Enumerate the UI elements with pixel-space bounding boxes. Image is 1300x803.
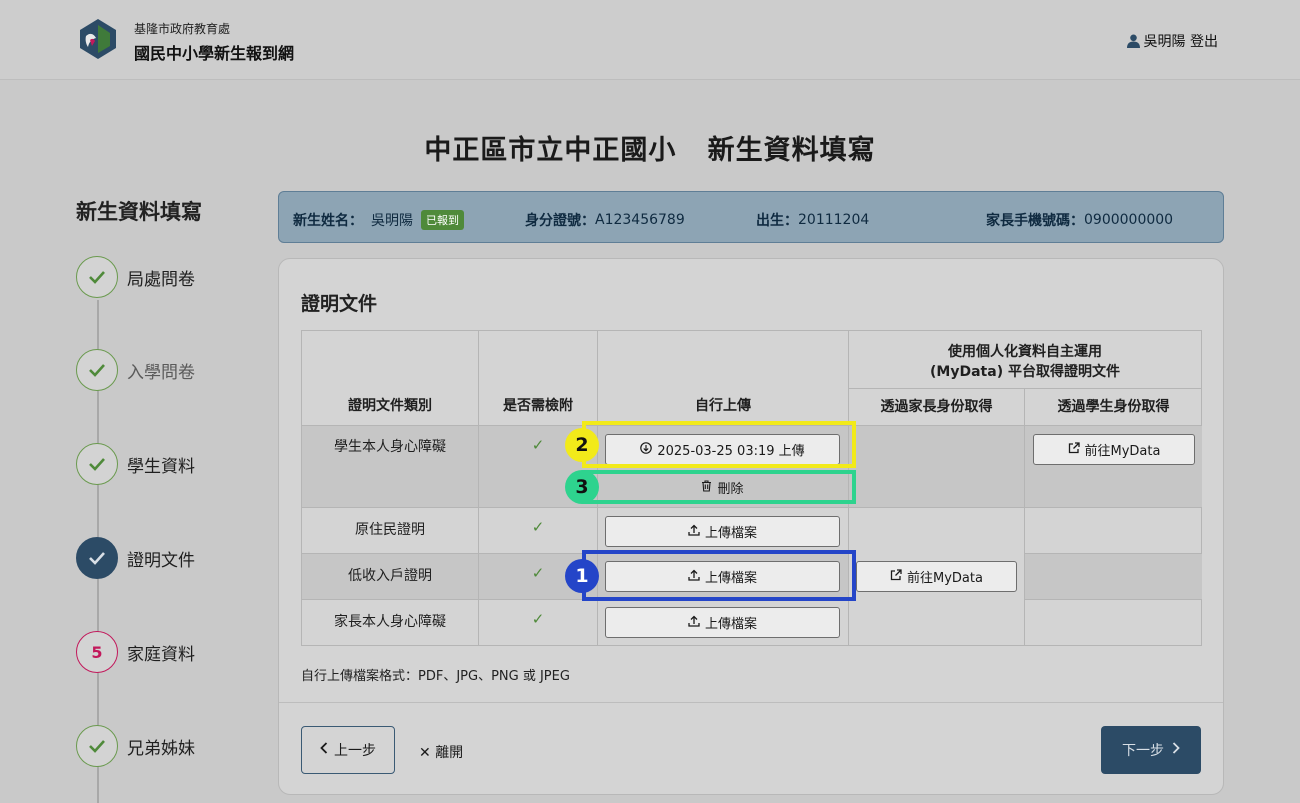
chevron-left-icon [320,742,328,758]
step-label: 學生資料 [127,456,195,477]
highlight-box-2 [582,421,856,468]
step-done-icon [76,256,118,298]
divider [279,702,1223,703]
next-step-button[interactable]: 下一步 [1101,726,1201,774]
upload-button-indigenous[interactable]: 上傳檔案 [605,516,840,547]
step-siblings[interactable]: 兄弟姊妹 [76,725,195,767]
highlight-number-2: 2 [565,428,599,462]
birth-label: 出生： [756,213,798,229]
header-upload: 自行上傳 [598,331,849,426]
parent-phone: 家長手機號碼： 0900000000 [986,210,1173,230]
top-bar: 基隆市政府教育處 國民中小學新生報到網 吳明陽 登出 [0,0,1300,80]
step-number: 5 [76,631,118,673]
close-icon: ✕ [419,745,431,761]
student-name: 新生姓名： 吳明陽 已報到 [293,210,464,230]
upload-label: 上傳檔案 [704,617,757,632]
upload-icon [688,615,700,631]
logo-icon [80,19,116,59]
upload-button-parent-disability[interactable]: 上傳檔案 [605,607,840,638]
id-value: A123456789 [595,212,685,228]
previous-step-label: 上一步 [334,743,376,759]
step-done-icon [76,725,118,767]
page-title: 中正區市立中正國小 新生資料填寫 [424,135,876,166]
org-name: 基隆市政府教育處 [134,22,231,36]
student-mydata-button[interactable]: 前往MyData [1033,434,1195,465]
header-mydata-line1: 使用個人化資料自主運用 [948,344,1102,360]
mydata-label: 前往MyData [907,571,983,586]
sidebar-title: 新生資料填寫 [76,200,202,224]
step-label: 入學問卷 [127,362,195,383]
row4-student-cell [1025,600,1202,646]
student-id: 身分證號： A123456789 [525,210,685,230]
section-title: 證明文件 [301,293,378,315]
upload-format-note: 自行上傳檔案格式：PDF、JPG、PNG 或 JPEG [301,669,570,684]
row3-student-cell [1025,554,1202,600]
step-student-info[interactable]: 學生資料 [76,443,195,485]
row4-check-icon: ✓ [479,600,598,646]
highlight-box-3 [582,470,856,504]
row1-type: 學生本人身心障礙 [302,426,479,508]
header-type: 證明文件類別 [302,331,479,426]
step-label: 兄弟姊妹 [127,738,195,759]
user-icon [1126,34,1140,48]
step-survey-bureau[interactable]: 局處問卷 [76,256,195,298]
external-link-icon [1068,441,1080,458]
header-mydata: 使用個人化資料自主運用 (MyData) 平台取得證明文件 [849,331,1202,389]
step-label: 局處問卷 [127,269,195,290]
user-logout[interactable]: 吳明陽 登出 [1126,31,1218,51]
student-birth: 出生： 20111204 [756,210,869,230]
row3-type: 低收入戶證明 [302,554,479,600]
row2-check-icon: ✓ [479,508,598,554]
birth-value: 20111204 [798,212,870,228]
highlight-box-1 [582,550,856,601]
row2-student-cell [1025,508,1202,554]
highlight-number-1: 1 [565,559,599,593]
name-label: 新生姓名： [293,213,363,229]
next-step-label: 下一步 [1122,743,1164,759]
header-via-parent: 透過家長身份取得 [849,389,1025,426]
leave-button[interactable]: ✕ 離開 [419,742,463,762]
row1-parent-cell [849,426,1025,508]
parent-mydata-button[interactable]: 前往MyData [856,561,1017,592]
highlight-number-3: 3 [565,470,599,504]
step-done-icon [76,443,118,485]
step-label: 家庭資料 [127,644,195,665]
header-mydata-line2: (MyData) 平台取得證明文件 [930,364,1120,380]
row4-type: 家長本人身心障礙 [302,600,479,646]
row2-type: 原住民證明 [302,508,479,554]
step-label: 證明文件 [127,550,195,571]
name-value: 吳明陽 [371,213,413,229]
id-label: 身分證號： [525,213,595,229]
step-survey-enrollment[interactable]: 入學問卷 [76,349,195,391]
leave-label: 離開 [435,745,464,761]
previous-step-button[interactable]: 上一步 [301,726,395,774]
phone-value: 0900000000 [1084,212,1174,228]
upload-label: 上傳檔案 [704,526,757,541]
step-current-icon [76,537,118,579]
student-info-bar: 新生姓名： 吳明陽 已報到 身分證號： A123456789 出生： 20111… [278,191,1224,243]
step-family-info[interactable]: 5 家庭資料 [76,631,195,673]
site-title[interactable]: 國民中小學新生報到網 [134,40,294,64]
header-required: 是否需檢附 [479,331,598,426]
header-via-student: 透過學生身份取得 [1025,389,1202,426]
external-link-icon [890,568,902,585]
user-name-logout[interactable]: 吳明陽 登出 [1144,31,1218,51]
documents-card: 證明文件 證明文件類別 是否需檢附 自行上傳 使用個人化資料自主運用 (MyDa… [278,258,1224,795]
upload-icon [688,524,700,540]
phone-label: 家長手機號碼： [986,213,1084,229]
status-badge: 已報到 [421,210,464,230]
mydata-label: 前往MyData [1084,444,1161,459]
chevron-right-icon [1172,742,1180,758]
step-done-icon [76,349,118,391]
documents-table: 證明文件類別 是否需檢附 自行上傳 使用個人化資料自主運用 (MyData) 平… [301,330,1202,646]
step-documents[interactable]: 證明文件 [76,537,195,579]
